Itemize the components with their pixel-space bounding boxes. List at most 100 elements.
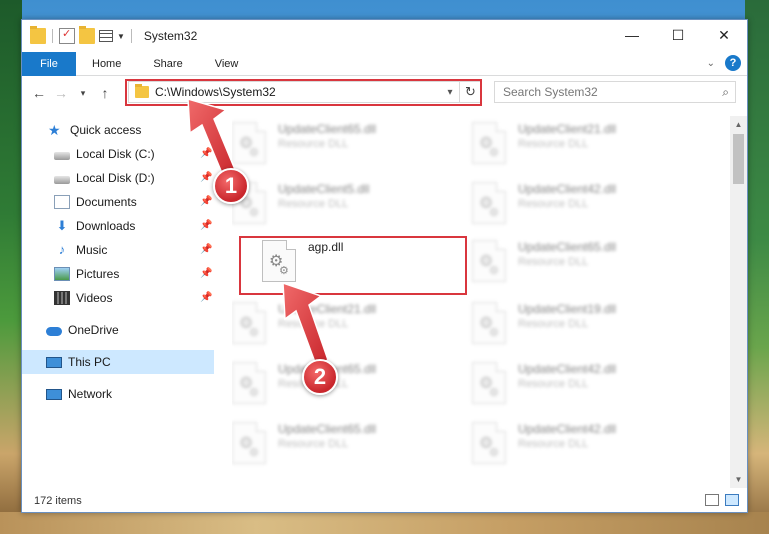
- sidebar-item-label: Downloads: [76, 219, 136, 233]
- file-name: UpdateClient5.dll: [278, 182, 370, 196]
- file-tile[interactable]: ⚙ ⚙ UpdateClient21.dll Resource DLL: [472, 118, 692, 176]
- pin-icon[interactable]: 📌: [200, 220, 212, 231]
- sidebar-item-label: Local Disk (D:): [76, 171, 155, 185]
- forward-arrow-icon[interactable]: →: [50, 85, 72, 101]
- status-bar: 172 items: [22, 490, 747, 512]
- minimize-button[interactable]: —: [609, 20, 655, 50]
- tab-share[interactable]: Share: [137, 52, 198, 76]
- desktop-background-left: [0, 0, 22, 534]
- pin-icon[interactable]: 📌: [200, 148, 212, 159]
- address-bar-highlight: [125, 79, 482, 106]
- download-icon: ⬇: [56, 218, 68, 233]
- file-tile[interactable]: ⚙ ⚙ UpdateClient42.dll Resource DLL: [472, 418, 692, 476]
- sidebar-item-documents[interactable]: Documents: [54, 191, 137, 213]
- pin-icon[interactable]: 📌: [200, 196, 212, 207]
- star-icon: ★: [48, 122, 61, 138]
- maximize-button[interactable]: ☐: [655, 20, 701, 50]
- sidebar-item-onedrive[interactable]: OneDrive: [46, 319, 119, 341]
- sidebar-item-local-disk-c[interactable]: Local Disk (C:): [54, 143, 155, 165]
- scrollbar-thumb[interactable]: [733, 134, 744, 184]
- help-icon[interactable]: ?: [725, 55, 741, 71]
- file-name: UpdateClient42.dll: [518, 362, 617, 376]
- view-toggle-icon[interactable]: [99, 30, 113, 42]
- window-title: System32: [143, 29, 198, 43]
- pin-icon[interactable]: 📌: [200, 292, 212, 303]
- file-tile[interactable]: ⚙⚙ UpdateClient65.dllResource DLL: [232, 418, 452, 476]
- step-badge-1: 1: [213, 168, 249, 204]
- agp-file-highlight: [239, 236, 467, 295]
- sidebar-item-downloads[interactable]: ⬇ Downloads: [54, 215, 136, 237]
- music-icon: ♪: [58, 242, 66, 257]
- file-tile[interactable]: ⚙ ⚙ UpdateClient21.dll Resource DLL: [232, 298, 452, 356]
- sidebar-item-pictures[interactable]: Pictures: [54, 263, 119, 285]
- file-name: UpdateClient19.dll: [518, 302, 617, 316]
- separator: [130, 29, 132, 43]
- separator: [52, 29, 53, 43]
- file-type: Resource DLL: [518, 256, 589, 268]
- scroll-up-icon[interactable]: ▲: [730, 116, 747, 133]
- new-folder-icon[interactable]: [79, 26, 95, 44]
- sidebar-item-this-pc[interactable]: This PC: [46, 351, 111, 373]
- dll-file-icon: ⚙ ⚙: [472, 362, 506, 404]
- file-tile[interactable]: ⚙ ⚙ UpdateClient19.dll Resource DLL: [472, 298, 692, 356]
- tab-home[interactable]: Home: [76, 52, 137, 76]
- vertical-scrollbar[interactable]: ▲ ▼: [730, 116, 747, 488]
- scroll-down-icon[interactable]: ▼: [730, 471, 747, 488]
- sidebar-item-label: Local Disk (C:): [76, 147, 155, 161]
- item-count: 172 items: [34, 495, 82, 507]
- pin-icon[interactable]: 📌: [200, 268, 212, 279]
- dll-file-icon: ⚙ ⚙: [472, 302, 506, 344]
- dll-file-icon: ⚙ ⚙: [472, 122, 506, 164]
- file-type: Resource DLL: [518, 198, 589, 210]
- sidebar-item-network[interactable]: Network: [46, 383, 112, 405]
- sidebar-item-label: Quick access: [70, 123, 142, 137]
- folder-icon: [30, 26, 46, 44]
- desktop-background-bottom: [0, 512, 769, 534]
- sidebar-item-local-disk-d[interactable]: Local Disk (D:): [54, 167, 155, 189]
- file-list: ⚙ ⚙ UpdateClient65.dll Resource DLL ⚙ ⚙ Upd…: [232, 116, 732, 480]
- drive-icon: [54, 151, 70, 160]
- file-tile[interactable]: ⚙ ⚙ UpdateClient42.dll Resource DLL: [472, 358, 692, 416]
- file-type: Resource DLL: [278, 138, 349, 150]
- dll-file-icon: ⚙ ⚙: [472, 422, 506, 464]
- file-type: Resource DLL: [518, 378, 589, 390]
- file-tile[interactable]: ⚙ ⚙ UpdateClient5.dll Resource DLL: [232, 178, 452, 236]
- up-arrow-icon[interactable]: ↑: [94, 85, 116, 101]
- sidebar-item-music[interactable]: ♪ Music: [54, 239, 108, 261]
- file-tile[interactable]: ⚙ ⚙ UpdateClient42.dll Resource DLL: [472, 178, 692, 236]
- search-icon[interactable]: ⌕: [722, 85, 729, 100]
- file-name: UpdateClient65.dll: [278, 122, 377, 136]
- sidebar-item-quick-access[interactable]: ★ Quick access: [48, 119, 141, 141]
- tab-file[interactable]: File: [22, 51, 76, 76]
- properties-icon[interactable]: [59, 27, 75, 44]
- close-button[interactable]: ✕: [701, 20, 747, 50]
- file-name: UpdateClient42.dll: [518, 182, 617, 196]
- sidebar-item-label: This PC: [68, 355, 111, 369]
- pin-icon[interactable]: 📌: [200, 172, 212, 183]
- file-tile[interactable]: ⚙⚙ UpdateClient65.dll Resource DLL: [232, 118, 452, 176]
- sidebar-item-label: Pictures: [76, 267, 120, 281]
- large-icons-view-icon[interactable]: [725, 494, 739, 506]
- recent-locations-chevron-icon[interactable]: ▾: [72, 88, 94, 99]
- file-name: UpdateClient65.dll: [518, 240, 617, 254]
- sidebar-item-label: Documents: [76, 195, 137, 209]
- view-mode-toggle: [705, 494, 739, 506]
- file-tile[interactable]: ⚙⚙ UpdateClient65.dllResource DLL: [472, 236, 692, 294]
- ribbon-tabs: File Home Share View ⌄ ?: [22, 51, 747, 76]
- title-bar: ▼ System32 — ☐ ✕: [22, 20, 747, 52]
- sidebar-item-videos[interactable]: Videos: [54, 287, 112, 309]
- expand-ribbon-chevron-icon[interactable]: ⌄: [707, 58, 715, 69]
- details-view-icon[interactable]: [705, 494, 719, 506]
- file-type: Resource DLL: [278, 438, 349, 450]
- search-input[interactable]: Search System32 ⌕: [494, 81, 736, 103]
- pin-icon[interactable]: 📌: [200, 244, 212, 255]
- tab-view[interactable]: View: [199, 52, 255, 76]
- file-tile[interactable]: ⚙⚙ UpdateClient65.dllResource DLL: [232, 358, 452, 416]
- customize-toolbar-dropdown-icon[interactable]: ▼: [117, 32, 125, 41]
- dll-file-icon: ⚙ ⚙: [232, 122, 266, 164]
- sidebar-item-label: Videos: [76, 291, 113, 305]
- search-placeholder: Search System32: [503, 85, 598, 99]
- sidebar-item-label: Music: [76, 243, 108, 257]
- computer-icon: [46, 356, 62, 368]
- back-arrow-icon[interactable]: ←: [28, 85, 50, 101]
